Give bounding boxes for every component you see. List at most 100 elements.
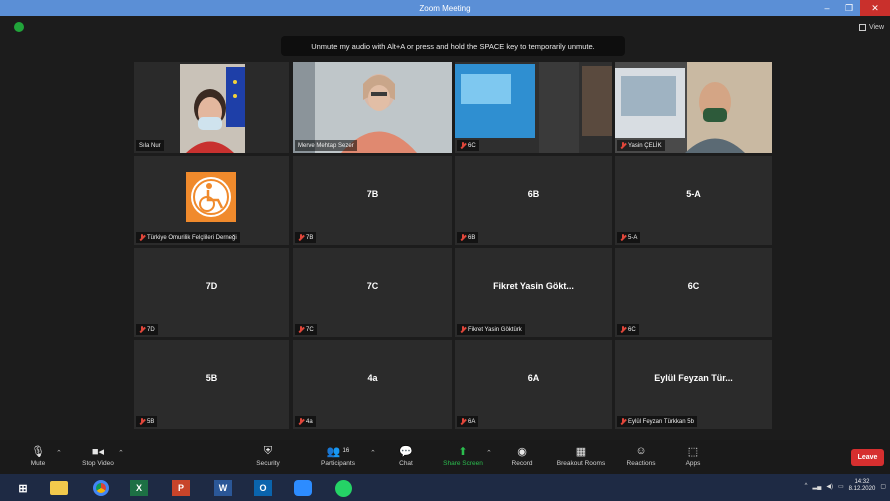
participant-display-name: Eylül Feyzan Tür... [654,372,733,383]
muted-mic-icon [298,234,304,241]
video-tile[interactable]: Yasin ÇELİK [615,62,772,153]
video-tile[interactable]: 4a 4a [293,340,452,429]
stop-video-button[interactable]: ■◂ Stop Video [72,442,124,468]
participants-icon: 👥 16 [326,445,350,458]
video-tile-active-speaker[interactable]: Merve Mehtap Sezer [293,62,452,153]
participant-name: 7C [295,324,317,335]
system-tray: ^ ▂▄ ◀) ▭ 14:32 8.12.2020 ▢ [805,479,886,493]
windows-taskbar: ⊞ X P W O ^ ▂▄ ◀) ▭ 14:32 8.12.2020 ▢ [0,474,890,501]
shield-icon: ⛨ [263,444,273,457]
record-icon: ◉ [517,445,527,458]
breakout-rooms-button[interactable]: ▦ Breakout Rooms [555,442,607,468]
reaction-smiley-icon: ☺ [635,445,647,457]
chrome-icon[interactable] [86,477,116,499]
participant-name: Sıla Nur [136,140,164,151]
powerpoint-icon[interactable]: P [166,477,196,499]
video-tile[interactable]: 6B 6B [455,156,612,245]
muted-mic-icon [620,234,626,241]
unmute-notice: Unmute my audio with Alt+A or press and … [281,36,625,56]
participant-name: 6C [617,324,639,335]
leave-meeting-button[interactable]: Leave [851,449,884,466]
muted-mic-icon [139,326,145,333]
whatsapp-icon[interactable] [328,477,358,499]
participant-name: Yasin ÇELİK [617,140,665,151]
participant-display-name: 6C [687,280,700,291]
outlook-icon[interactable]: O [248,477,278,499]
share-options-caret-icon[interactable]: ⌃ [486,449,492,457]
battery-icon[interactable]: ▭ [838,483,844,490]
video-options-caret-icon[interactable]: ⌃ [118,449,124,457]
participant-name: 6C [457,140,479,151]
record-button[interactable]: ◉ Record [496,442,548,468]
video-tile[interactable]: 6C [455,62,612,153]
muted-mic-icon [460,234,466,241]
muted-mic-icon [620,142,626,149]
muted-mic-icon [139,418,145,425]
chat-button[interactable]: 💬 Chat [380,442,432,468]
video-tile[interactable]: 6C 6C [615,248,772,337]
video-tile[interactable]: 7B 7B [293,156,452,245]
participant-display-name: 7B [366,188,379,199]
file-explorer-icon[interactable] [44,477,74,499]
encryption-shield-icon[interactable] [14,22,24,32]
video-tile[interactable]: Türkiye Omurilik Felçlileri Derneği [134,156,289,245]
network-icon[interactable]: ▂▄ [812,483,821,490]
minimize-button[interactable]: – [816,0,838,16]
muted-mic-icon [460,418,466,425]
windows-start-icon[interactable]: ⊞ [8,477,38,499]
video-tile[interactable]: Sıla Nur [134,62,289,153]
close-button[interactable]: ✕ [860,0,890,16]
participant-display-name: 5-A [686,188,701,199]
window-title: Zoom Meeting [419,3,471,13]
meeting-toolbar: 🎙 Mute ⌃ ■◂ Stop Video ⌃ ⛨ Security 👥 16 … [0,440,890,474]
participant-name: Eylül Feyzan Türkkan 5b [617,416,697,427]
apps-button[interactable]: ⬚ Apps [667,442,719,468]
video-tile[interactable]: Eylül Feyzan Tür... Eylül Feyzan Türkkan… [615,340,772,429]
muted-mic-icon [139,234,145,241]
participants-options-caret-icon[interactable]: ⌃ [370,449,376,457]
volume-icon[interactable]: ◀) [826,483,833,490]
zoom-window: Zoom Meeting – ❐ ✕ View Unmute my audio … [0,0,890,501]
video-tile[interactable]: 7D 7D [134,248,289,337]
participant-display-name: 6A [527,372,540,383]
video-tile[interactable]: 5-A 5-A [615,156,772,245]
participants-button[interactable]: 👥 16 Participants [312,442,364,468]
video-tile[interactable]: 5B 5B [134,340,289,429]
participant-name: 4a [295,416,316,427]
muted-mic-icon [298,326,304,333]
participant-display-name: 4a [367,372,378,383]
participant-name: 6A [457,416,479,427]
maximize-button[interactable]: ❐ [838,0,860,16]
muted-mic-icon [298,418,304,425]
video-tile[interactable]: Fikret Yasin Gökt... Fikret Yasin Göktür… [455,248,612,337]
notifications-icon[interactable]: ▢ [880,483,886,490]
participant-name: 6B [457,232,479,243]
security-button[interactable]: ⛨ Security [242,442,294,468]
muted-mic-icon [460,326,466,333]
audio-options-caret-icon[interactable]: ⌃ [56,449,62,457]
zoom-taskbar-icon[interactable] [288,477,318,499]
window-controls: – ❐ ✕ [816,0,890,16]
microphone-icon: 🎙 [31,445,45,458]
participant-name: 7B [295,232,317,243]
participant-display-name: 6B [527,188,540,199]
word-icon[interactable]: W [208,477,238,499]
video-tile[interactable]: 6A 6A [455,340,612,429]
view-button[interactable]: View [858,24,884,31]
reactions-button[interactable]: ☺ Reactions [615,442,667,467]
title-bar: Zoom Meeting – ❐ ✕ [0,0,890,16]
excel-icon[interactable]: X [124,477,154,499]
chat-bubble-icon: 💬 [399,445,413,458]
tray-arrow-icon[interactable]: ^ [805,483,808,489]
video-camera-icon: ■◂ [91,445,105,458]
share-screen-button[interactable]: ⬆ Share Screen [437,442,489,468]
share-screen-icon: ⬆ [458,445,468,458]
gallery-grid-icon [858,24,866,31]
video-tile[interactable]: 7C 7C [293,248,452,337]
participant-name: Merve Mehtap Sezer [295,140,357,151]
breakout-grid-icon: ▦ [575,445,587,458]
muted-mic-icon [620,326,626,333]
system-clock[interactable]: 14:32 8.12.2020 [849,479,876,493]
participant-name: Türkiye Omurilik Felçlileri Derneği [136,232,240,243]
participant-name: Fikret Yasin Göktürk [457,324,525,335]
